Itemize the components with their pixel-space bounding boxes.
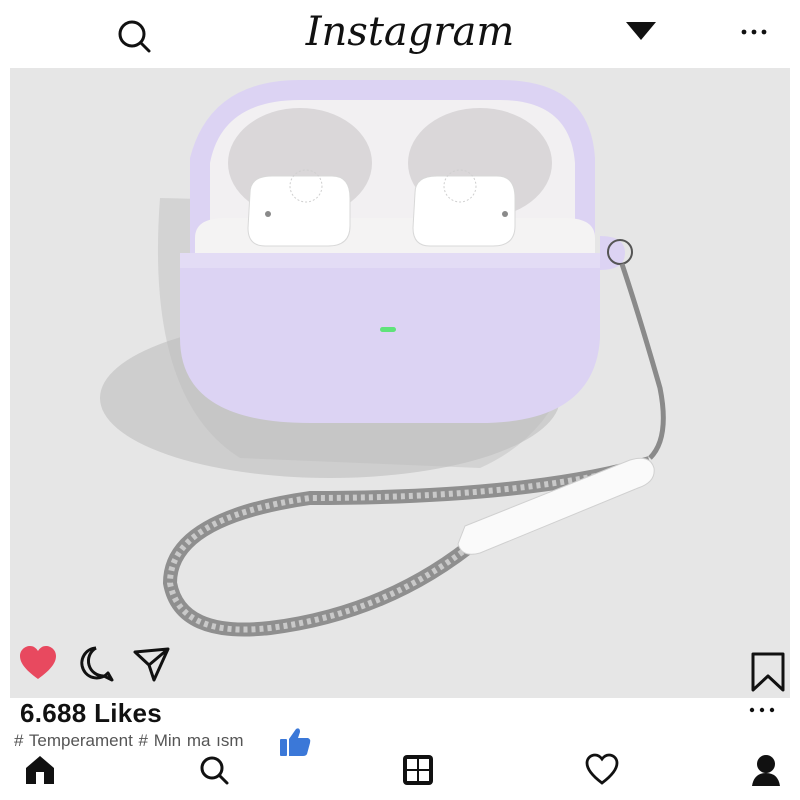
heart-filled-icon[interactable]: [18, 644, 58, 684]
profile-icon[interactable]: [748, 752, 784, 788]
send-icon[interactable]: [132, 644, 172, 684]
create-icon[interactable]: [400, 752, 436, 788]
caret-down-icon[interactable]: [624, 20, 658, 44]
caption-more-icon[interactable]: [748, 702, 778, 718]
post-image[interactable]: [10, 68, 790, 698]
activity-heart-icon[interactable]: [584, 752, 620, 788]
header-search-icon[interactable]: [114, 16, 154, 56]
thumbs-up-icon: [278, 726, 312, 758]
hashtags-caption[interactable]: # Temperament # Min ma ısm: [14, 731, 244, 751]
likes-count[interactable]: 6.688 Likes: [20, 698, 162, 729]
nav-search-icon[interactable]: [196, 752, 232, 788]
comment-icon[interactable]: [76, 644, 116, 684]
instagram-logo: Instagram: [305, 9, 515, 55]
bookmark-icon[interactable]: [748, 652, 788, 692]
more-dots-icon[interactable]: [740, 24, 770, 40]
home-icon[interactable]: [22, 752, 58, 788]
